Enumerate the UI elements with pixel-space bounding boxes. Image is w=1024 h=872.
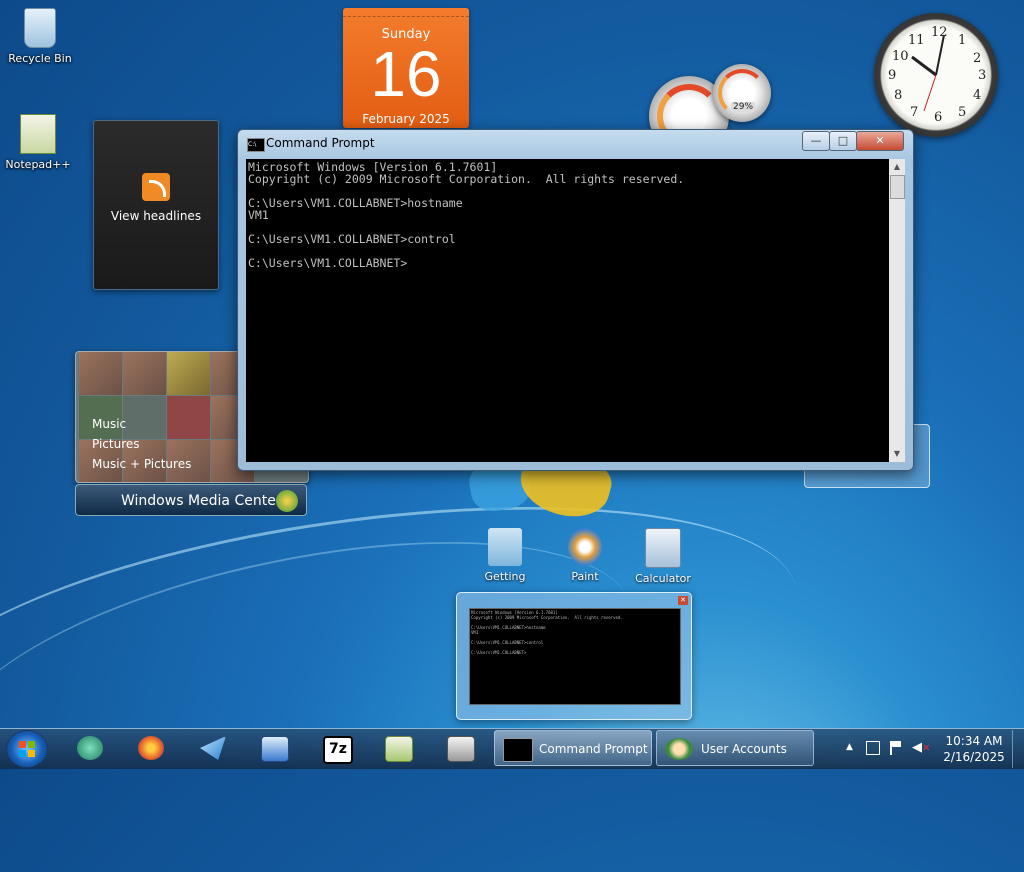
taskbar-pinned-send[interactable]: [187, 730, 239, 766]
show-desktop-button[interactable]: [1012, 730, 1024, 768]
feed-label: View headlines: [110, 209, 202, 223]
calculator-icon: [645, 528, 681, 568]
taskbar-task-user-accounts[interactable]: User Accounts: [656, 730, 814, 766]
desktop-icon-label: Recycle Bin: [8, 52, 72, 65]
taskbar-clock[interactable]: 10:34 AM 2/16/2025: [940, 733, 1008, 765]
thumbnail-close-icon[interactable]: ✕: [678, 596, 688, 605]
memory-meter-gadget[interactable]: 29%: [713, 64, 771, 122]
getting-started-icon: [488, 528, 522, 566]
user-accounts-icon: [665, 738, 693, 760]
notepadpp-icon: [20, 114, 56, 154]
rss-icon: [142, 173, 170, 201]
taskbar-pinned-firefox[interactable]: [125, 730, 177, 766]
close-button[interactable]: ✕: [856, 131, 904, 151]
7zip-icon: 7z: [323, 736, 353, 764]
start-button[interactable]: [6, 730, 48, 768]
send-icon: [200, 736, 226, 760]
task-label: User Accounts: [701, 742, 787, 756]
taskbar-pinned-notepadpp[interactable]: [372, 730, 424, 766]
vertical-scrollbar[interactable]: ▲ ▼: [889, 159, 905, 462]
taskbar-thumbnail-preview[interactable]: Microsoft Windows [Version 6.1.7601] Cop…: [456, 592, 692, 720]
clock-gadget[interactable]: 12 1 2 3 4 5 6 7 8 9 10 11: [874, 13, 998, 137]
taskbar-pinned-printer[interactable]: [434, 730, 486, 766]
shortcut-paint[interactable]: Paint: [550, 528, 620, 583]
windows-media-center-button[interactable]: Windows Media Center: [75, 484, 307, 516]
scroll-thumb[interactable]: [890, 175, 905, 199]
clock-date: 2/16/2025: [943, 750, 1005, 764]
calendar-rings: [343, 8, 469, 17]
window-title: Command Prompt: [266, 136, 375, 150]
printer-icon: [447, 736, 475, 762]
wmc-logo-icon: [276, 490, 298, 512]
taskbar-pinned-browser[interactable]: [64, 730, 116, 766]
calendar-gadget[interactable]: Sunday 16 February 2025: [343, 8, 469, 128]
shortcut-getting-started[interactable]: Getting: [470, 528, 540, 583]
media-item-pictures[interactable]: Pictures: [92, 434, 191, 454]
windows-logo-icon: [19, 741, 35, 757]
volume-muted-icon[interactable]: ◀✕: [912, 740, 930, 755]
calendar-date: 16: [370, 38, 442, 110]
shortcut-calculator[interactable]: Calculator: [628, 528, 698, 585]
desktop-icon-recycle-bin[interactable]: Recycle Bin: [2, 8, 78, 65]
console-output[interactable]: Microsoft Windows [Version 6.1.7601] Cop…: [246, 159, 889, 462]
scroll-up-icon[interactable]: ▲: [889, 159, 905, 175]
maximize-button[interactable]: □: [829, 131, 857, 151]
desktop-icon-label: Notepad++: [5, 158, 71, 171]
shortcut-label: Paint: [571, 570, 599, 583]
command-prompt-window[interactable]: C:\ Command Prompt — □ ✕ Microsoft Windo…: [237, 129, 914, 471]
shortcut-label: Calculator: [635, 572, 691, 585]
scroll-down-icon[interactable]: ▼: [889, 446, 905, 462]
notepadpp-icon: [385, 736, 413, 762]
taskbar-task-command-prompt[interactable]: Command Prompt: [494, 730, 652, 766]
recycle-bin-icon: [24, 8, 56, 48]
thumbnail-text: Microsoft Windows [Version 6.1.7601] Cop…: [471, 610, 623, 655]
paint-icon: [568, 528, 602, 566]
action-center-flag-icon[interactable]: [890, 741, 904, 755]
desktop-icon-notepadpp[interactable]: Notepad++: [0, 114, 76, 171]
media-item-music-pictures[interactable]: Music + Pictures: [92, 454, 191, 474]
network-icon[interactable]: [866, 741, 880, 755]
thumbnail-console: Microsoft Windows [Version 6.1.7601] Cop…: [469, 608, 681, 705]
firefox-icon: [138, 736, 164, 760]
taskbar-pinned-remote-desktop[interactable]: [248, 730, 300, 766]
browser-icon: [77, 736, 103, 760]
clock-hands-icon: [911, 34, 945, 112]
cmd-icon: C:\: [247, 138, 265, 152]
cmd-icon: [503, 738, 533, 762]
console-text: Microsoft Windows [Version 6.1.7601] Cop…: [248, 160, 685, 270]
memory-percent: 29%: [731, 102, 756, 112]
taskbar-pinned-7zip[interactable]: 7z: [310, 730, 362, 766]
task-label: Command Prompt: [539, 742, 648, 756]
shortcut-label: Getting: [484, 570, 526, 583]
remote-desktop-icon: [261, 736, 289, 762]
media-item-music[interactable]: Music: [92, 414, 191, 434]
feed-headlines-gadget[interactable]: View headlines: [93, 120, 219, 290]
calendar-month: February 2025: [362, 112, 450, 126]
show-hidden-icons-button[interactable]: ▲: [846, 742, 853, 752]
media-menu: Music Pictures Music + Pictures: [92, 414, 191, 474]
minimize-button[interactable]: —: [802, 131, 830, 151]
wmc-title: Windows Media Center: [121, 493, 282, 509]
clock-time: 10:34 AM: [945, 734, 1003, 748]
